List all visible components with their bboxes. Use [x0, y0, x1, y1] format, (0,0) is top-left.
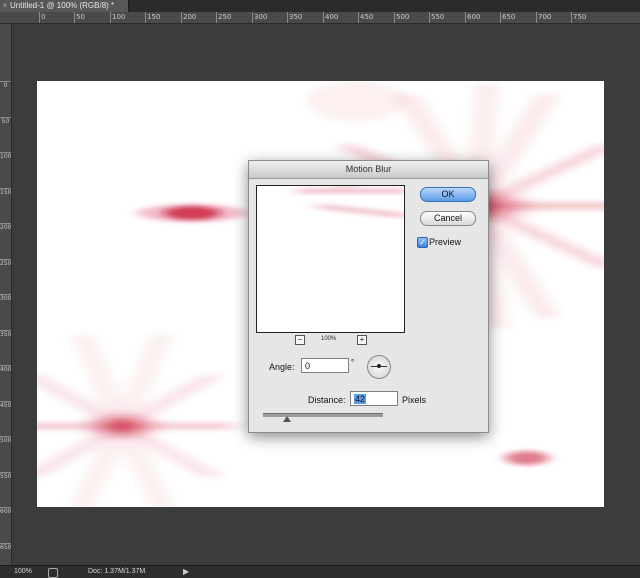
document-tab-bar: × Untitled-1 @ 100% (RGB/8) * — [0, 0, 640, 12]
preview-artwork — [297, 186, 404, 219]
ruler-tick: 600 — [465, 12, 481, 23]
ruler-tick: 250 — [216, 12, 232, 23]
distance-unit: Pixels — [402, 395, 427, 405]
distance-input[interactable]: 42 — [350, 391, 398, 406]
ruler-tick: 650 — [0, 543, 12, 551]
angle-input[interactable]: 0 — [301, 358, 349, 373]
ruler-tick: 500 — [0, 436, 12, 444]
zoom-in-icon[interactable]: + — [357, 335, 367, 345]
distance-slider[interactable] — [263, 413, 383, 417]
preview-zoom-controls: − 100% + — [295, 335, 367, 345]
ruler-tick: 550 — [0, 472, 12, 480]
red-burst-small-left — [137, 204, 247, 222]
preview-zoom-level: 100% — [321, 336, 337, 342]
ruler-tick: 400 — [0, 365, 12, 373]
zoom-out-icon[interactable]: − — [295, 335, 305, 345]
ruler-tick: 350 — [0, 330, 12, 338]
ruler-tick: 0 — [39, 12, 46, 23]
cancel-button[interactable]: Cancel — [420, 211, 476, 226]
ruler-tick: 200 — [181, 12, 197, 23]
ruler-tick: 150 — [0, 188, 12, 196]
angle-dial-icon[interactable] — [367, 355, 391, 379]
ruler-tick: 750 — [571, 12, 587, 23]
document-tab-title: Untitled-1 @ 100% (RGB/8) * — [10, 1, 115, 10]
ruler-tick: 300 — [252, 12, 268, 23]
ruler-tick: 300 — [0, 294, 12, 302]
preview-checkbox-label: Preview — [429, 237, 462, 247]
distance-label: Distance: — [308, 395, 346, 405]
document-tab[interactable]: × Untitled-1 @ 100% (RGB/8) * — [0, 0, 129, 12]
status-arrow-icon[interactable]: ▶ — [183, 566, 189, 578]
checkmark-icon[interactable]: ✓ — [417, 237, 428, 248]
distance-value: 42 — [354, 394, 367, 404]
status-bar: 100% Doc: 1.37M/1.37M ▶ — [0, 565, 640, 578]
ruler-tick: 350 — [287, 12, 303, 23]
ruler-tick: 150 — [145, 12, 161, 23]
ok-button[interactable]: OK — [420, 187, 476, 202]
ruler-tick: 550 — [429, 12, 445, 23]
angle-value: 0 — [305, 361, 311, 371]
document-info: Doc: 1.37M/1.37M — [88, 568, 146, 575]
ruler-tick: 650 — [500, 12, 516, 23]
ruler-tick: 100 — [0, 152, 12, 160]
ruler-tick: 50 — [0, 117, 11, 125]
ruler-tick: 0 — [0, 81, 11, 89]
ruler-tick: 100 — [110, 12, 126, 23]
red-burst-small-right — [505, 451, 549, 465]
distance-slider-thumb[interactable] — [283, 416, 291, 422]
ruler-tick: 500 — [394, 12, 410, 23]
angle-label: Angle: — [269, 362, 295, 372]
ruler-tick: 600 — [0, 507, 12, 515]
ruler-tick: 200 — [0, 223, 12, 231]
faint-halo — [307, 81, 407, 121]
horizontal-ruler[interactable]: 0 50 100 150 200 250 300 350 400 450 500… — [12, 12, 640, 24]
ruler-tick: 400 — [323, 12, 339, 23]
ruler-tick: 50 — [74, 12, 85, 23]
ruler-tick: 700 — [536, 12, 552, 23]
motion-blur-dialog: Motion Blur − 100% + OK Cancel ✓ Preview… — [248, 160, 489, 433]
angle-degree-unit: ° — [351, 358, 355, 367]
ruler-tick: 450 — [0, 401, 12, 409]
dialog-title[interactable]: Motion Blur — [249, 161, 488, 179]
filter-preview[interactable] — [256, 185, 405, 333]
close-icon[interactable]: × — [0, 0, 10, 12]
zoom-level[interactable]: 100% — [14, 566, 32, 578]
vertical-ruler[interactable]: 0 50 100 150 200 250 300 350 400 450 500… — [0, 24, 12, 565]
ruler-tick: 450 — [358, 12, 374, 23]
ruler-tick: 250 — [0, 259, 12, 267]
red-burst-lower-left — [37, 333, 235, 507]
